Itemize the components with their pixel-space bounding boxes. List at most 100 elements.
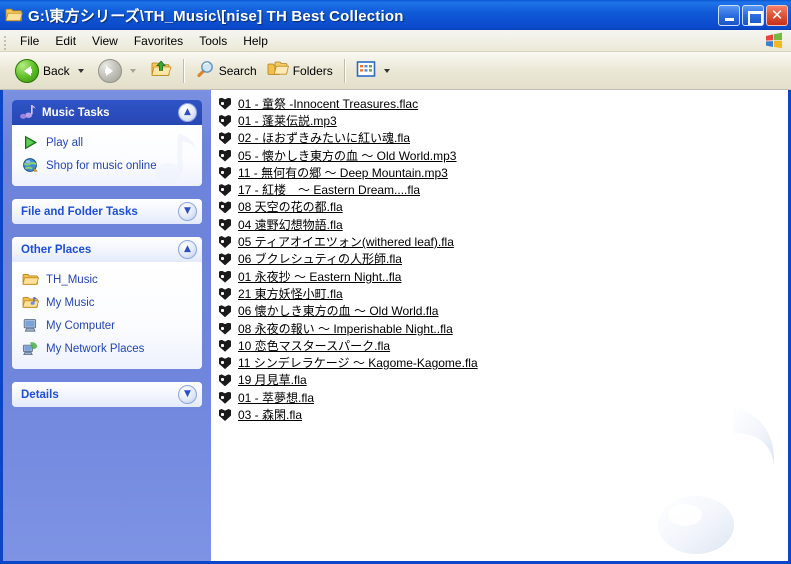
window-body: Music Tasks ▲ Play all Shop for music on… <box>0 90 791 564</box>
foobar-orange-icon <box>211 303 233 319</box>
menu-view[interactable]: View <box>84 32 126 50</box>
minimize-button[interactable] <box>718 4 740 26</box>
menu-favorites[interactable]: Favorites <box>126 32 191 50</box>
file-row[interactable]: 11 シンデレラケージ 〜 Kagome-Kagome.fla <box>211 354 788 371</box>
search-label: Search <box>218 63 257 78</box>
folder-icon <box>5 7 23 23</box>
file-name: 17 - 紅楼 〜 Eastern Dream....fla <box>238 183 421 198</box>
menu-file[interactable]: File <box>12 32 47 50</box>
panel-details: Details ▼ <box>12 382 202 407</box>
place-th-music[interactable]: TH_Music <box>22 268 194 291</box>
panel-title-music-tasks: Music Tasks <box>42 106 110 119</box>
music-note-icon <box>18 103 37 122</box>
file-row[interactable]: 05 ティアオイエツォン(withered leaf).fla <box>211 233 788 250</box>
network-places-icon <box>22 340 39 357</box>
foobar-orange-icon <box>211 234 233 250</box>
up-button[interactable] <box>145 56 177 85</box>
chevron-up-icon[interactable]: ▲ <box>178 103 197 122</box>
place-label: My Computer <box>46 319 116 332</box>
file-row[interactable]: 06 懐かしき東方の血 〜 Old World.fla <box>211 303 788 320</box>
foobar-red-icon <box>211 148 233 164</box>
file-row[interactable]: 19 月見草.fla <box>211 372 788 389</box>
foobar-orange-icon <box>211 130 233 146</box>
foobar-orange-icon <box>211 372 233 388</box>
back-button[interactable]: Back <box>10 56 93 86</box>
panel-header-file-and-folder-tasks[interactable]: File and Folder Tasks ▼ <box>12 199 202 224</box>
file-row[interactable]: 04 遠野幻想物語.fla <box>211 216 788 233</box>
file-row[interactable]: 08 天空の花の都.fla <box>211 199 788 216</box>
file-name: 11 シンデレラケージ 〜 Kagome-Kagome.fla <box>238 356 478 371</box>
file-row[interactable]: 21 東方妖怪小町.fla <box>211 285 788 302</box>
foobar-red-icon <box>211 113 233 129</box>
file-row[interactable]: 10 恋色マスタースパーク.fla <box>211 337 788 354</box>
foobar-orange-icon <box>211 251 233 267</box>
magnifier-icon <box>195 59 215 82</box>
place-label: My Network Places <box>46 342 145 355</box>
file-row[interactable]: 11 - 無何有の郷 〜 Deep Mountain.mp3 <box>211 164 788 181</box>
title-bar: G:\東方シリーズ\TH_Music\[nise] TH Best Collec… <box>0 0 791 30</box>
file-row[interactable]: 08 永夜の報い 〜 Imperishable Night..fla <box>211 320 788 337</box>
task-play-all[interactable]: Play all <box>22 131 194 154</box>
place-label: TH_Music <box>46 273 98 286</box>
foobar-red-icon <box>211 165 233 181</box>
my-computer-icon <box>22 317 39 334</box>
views-button[interactable] <box>351 57 399 84</box>
file-name: 10 恋色マスタースパーク.fla <box>238 338 391 353</box>
search-button[interactable]: Search <box>190 56 262 85</box>
menu-tools[interactable]: Tools <box>191 32 235 50</box>
place-my-computer[interactable]: My Computer <box>22 314 194 337</box>
forward-button <box>93 56 145 86</box>
file-name: 05 - 懐かしき東方の血 〜 Old World.mp3 <box>238 148 457 163</box>
file-name: 01 - 萃夢想.fla <box>238 390 315 405</box>
back-arrow-icon <box>15 58 39 83</box>
folders-icon <box>267 59 289 82</box>
file-name: 19 月見草.fla <box>238 373 307 388</box>
task-shop-for-music-online[interactable]: Shop for music online <box>22 154 194 177</box>
panel-title-details: Details <box>21 388 59 401</box>
place-label: My Music <box>46 296 95 309</box>
panel-music-tasks: Music Tasks ▲ Play all Shop for music on… <box>12 100 202 186</box>
chevron-down-icon[interactable]: ▼ <box>178 385 197 404</box>
panel-header-other-places[interactable]: Other Places ▲ <box>12 237 202 262</box>
windows-flag-logo <box>764 32 784 50</box>
place-my-network-places[interactable]: My Network Places <box>22 337 194 360</box>
chevron-down-icon[interactable]: ▼ <box>178 202 197 221</box>
file-row[interactable]: 01 - 童祭 -Innocent Treasures.flac <box>211 95 788 112</box>
menu-bar: File Edit View Favorites Tools Help <box>0 30 791 52</box>
file-name: 05 ティアオイエツォン(withered leaf).fla <box>238 235 454 250</box>
panel-other-places: Other Places ▲ TH_Music My Music My Comp… <box>12 237 202 369</box>
folders-button[interactable]: Folders <box>262 56 338 85</box>
views-dropdown-caret[interactable] <box>383 68 390 73</box>
panel-header-details[interactable]: Details ▼ <box>12 382 202 407</box>
foobar-orange-icon <box>211 217 233 233</box>
foobar-orange-icon <box>211 390 233 406</box>
foobar-orange-icon <box>211 338 233 354</box>
file-list[interactable]: 01 - 童祭 -Innocent Treasures.flac 01 - 蓬莱伝… <box>211 90 788 561</box>
forward-dropdown-caret <box>129 68 136 73</box>
file-row[interactable]: 01 - 蓬莱伝説.mp3 <box>211 112 788 129</box>
file-row[interactable]: 01 永夜抄 〜 Eastern Night..fla <box>211 268 788 285</box>
back-dropdown-caret[interactable] <box>77 68 84 73</box>
file-row[interactable]: 01 - 萃夢想.fla <box>211 389 788 406</box>
file-row[interactable]: 03 - 森閑.fla <box>211 406 788 423</box>
toolbar-separator-1 <box>182 58 184 83</box>
file-row[interactable]: 06 ブクレシュティの人形師.fla <box>211 251 788 268</box>
task-label: Play all <box>46 136 84 149</box>
close-button[interactable]: ✕ <box>766 4 788 26</box>
file-name: 01 - 蓬莱伝説.mp3 <box>238 113 337 128</box>
file-name: 01 永夜抄 〜 Eastern Night..fla <box>238 269 402 284</box>
menu-help[interactable]: Help <box>235 32 276 50</box>
file-name: 03 - 森閑.fla <box>238 407 303 422</box>
menu-grip-handle[interactable] <box>3 34 7 50</box>
panel-header-music-tasks[interactable]: Music Tasks ▲ <box>12 100 202 125</box>
file-name: 06 ブクレシュティの人形師.fla <box>238 252 402 267</box>
chevron-up-icon[interactable]: ▲ <box>178 240 197 259</box>
place-my-music[interactable]: My Music <box>22 291 194 314</box>
file-row[interactable]: 02 - ほおずきみたいに紅い魂.fla <box>211 130 788 147</box>
file-row[interactable]: 17 - 紅楼 〜 Eastern Dream....fla <box>211 181 788 198</box>
menu-edit[interactable]: Edit <box>47 32 84 50</box>
close-icon: ✕ <box>770 5 784 24</box>
maximize-button[interactable] <box>742 4 764 26</box>
task-label: Shop for music online <box>46 159 157 172</box>
file-row[interactable]: 05 - 懐かしき東方の血 〜 Old World.mp3 <box>211 147 788 164</box>
